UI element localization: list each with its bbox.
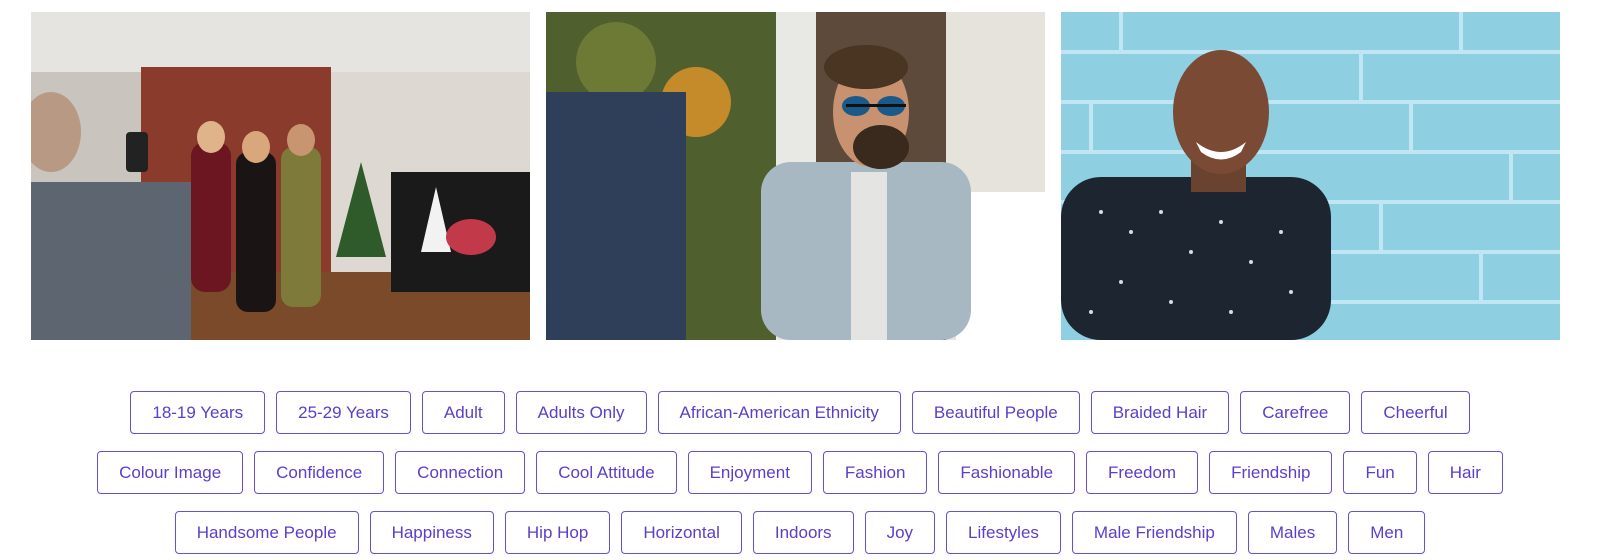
tag-button[interactable]: Joy — [864, 511, 936, 554]
tag-button[interactable]: 25-29 Years — [276, 391, 411, 434]
tag-button[interactable]: Freedom — [1086, 451, 1199, 494]
tag-row-1: 18-19 Years 25-29 Years Adult Adults Onl… — [0, 391, 1600, 434]
tag-button[interactable]: Fashion — [822, 451, 928, 494]
tag-button[interactable]: Beautiful People — [911, 391, 1080, 434]
page: 18-19 Years 25-29 Years Adult Adults Onl… — [0, 0, 1600, 560]
tag-button[interactable]: Adults Only — [515, 391, 647, 434]
tag-button[interactable]: Handsome People — [174, 511, 359, 554]
tag-button[interactable]: Friendship — [1209, 451, 1333, 494]
man-brick-wall-image[interactable] — [1061, 12, 1560, 340]
tag-button[interactable]: Horizontal — [621, 511, 742, 554]
tag-button[interactable]: Indoors — [752, 511, 854, 554]
tag-button[interactable]: Cheerful — [1361, 391, 1470, 434]
tag-button[interactable]: Colour Image — [97, 451, 244, 494]
tag-row-3: Handsome People Happiness Hip Hop Horizo… — [0, 511, 1600, 554]
tag-button[interactable]: Enjoyment — [687, 451, 812, 494]
tag-button[interactable]: Hip Hop — [504, 511, 611, 554]
tag-button[interactable]: Cool Attitude — [536, 451, 677, 494]
tag-button[interactable]: Carefree — [1240, 391, 1351, 434]
tag-button[interactable]: African-American Ethnicity — [657, 391, 901, 434]
image-gallery — [31, 12, 1560, 340]
tag-button[interactable]: Braided Hair — [1090, 391, 1230, 434]
tag-button[interactable]: Hair — [1427, 451, 1503, 494]
tag-button[interactable]: Adult — [421, 391, 505, 434]
tag-row-2: Colour Image Confidence Connection Cool … — [0, 451, 1600, 494]
tag-button[interactable]: Lifestyles — [946, 511, 1061, 554]
tag-button[interactable]: 18-19 Years — [130, 391, 266, 434]
tag-button[interactable]: Fashionable — [938, 451, 1076, 494]
tag-button[interactable]: Happiness — [369, 511, 494, 554]
tag-button[interactable]: Fun — [1343, 451, 1417, 494]
tag-button[interactable]: Confidence — [254, 451, 385, 494]
tag-button[interactable]: Men — [1348, 511, 1426, 554]
tag-list: 18-19 Years 25-29 Years Adult Adults Onl… — [0, 391, 1600, 560]
party-photo-image[interactable] — [31, 12, 530, 340]
tag-button[interactable]: Males — [1247, 511, 1338, 554]
man-sunglasses-image[interactable] — [546, 12, 1045, 340]
tag-button[interactable]: Male Friendship — [1071, 511, 1237, 554]
tag-button[interactable]: Connection — [395, 451, 526, 494]
